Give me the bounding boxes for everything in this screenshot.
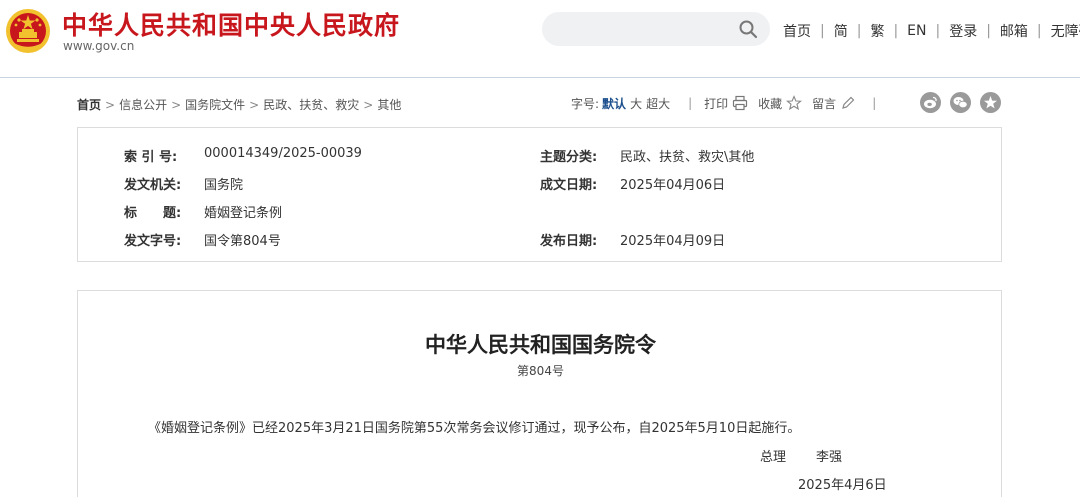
- document-body: 《婚姻登记条例》已经2025年3月21日国务院第55次常务会议修订通过，现予公布…: [148, 421, 801, 436]
- nav-traditional[interactable]: 繁: [870, 21, 884, 41]
- written-date-label: 成文日期:: [540, 178, 598, 193]
- nav-login[interactable]: 登录: [949, 21, 977, 41]
- font-size-xlarge[interactable]: 超大: [646, 95, 670, 112]
- wechat-icon[interactable]: [950, 92, 971, 113]
- nav-separator: |: [986, 23, 991, 39]
- index-number-value: 000014349/2025-00039: [204, 146, 362, 161]
- sign-date: 2025年4月6日: [798, 478, 887, 493]
- nav-separator: |: [935, 23, 941, 39]
- star-outline-icon[interactable]: [786, 95, 803, 111]
- issuer-value: 国务院: [204, 178, 244, 193]
- favorite-star-icon[interactable]: [980, 92, 1001, 113]
- breadcrumb-separator: >: [171, 97, 182, 112]
- title-label: 标 题:: [124, 206, 182, 221]
- breadcrumb-other[interactable]: 其他: [377, 96, 401, 113]
- font-size-label: 字号:: [571, 96, 600, 111]
- search-input[interactable]: [542, 12, 770, 46]
- nav-separator: |: [1036, 23, 1042, 39]
- site-domain: www.gov.cn: [63, 39, 135, 53]
- nav-separator: |: [893, 23, 899, 39]
- tools-separator: |: [872, 96, 877, 110]
- weibo-icon[interactable]: [920, 92, 941, 113]
- nav-home[interactable]: 首页: [783, 21, 811, 41]
- font-size-default[interactable]: 默认: [602, 95, 626, 112]
- doc-number-value: 国令第804号: [204, 234, 281, 249]
- nav-mail[interactable]: 邮箱: [1000, 21, 1028, 41]
- written-date-value: 2025年04月06日: [620, 178, 726, 193]
- signer-name: 李强: [816, 450, 843, 465]
- site-title[interactable]: 中华人民共和国中央人民政府: [62, 6, 400, 42]
- nav-separator: |: [820, 23, 825, 39]
- breadcrumb-separator: >: [363, 97, 374, 112]
- signer-title: 总理: [760, 450, 787, 465]
- font-size-large[interactable]: 大: [630, 95, 642, 112]
- doc-number-label: 发文字号:: [124, 234, 182, 249]
- topic-value: 民政、扶贫、救灾\其他: [620, 150, 755, 165]
- printer-icon[interactable]: [732, 95, 748, 111]
- breadcrumb-home[interactable]: 首页: [77, 96, 101, 113]
- index-number-label: 索 引 号:: [124, 150, 178, 165]
- publish-date-label: 发布日期:: [540, 234, 598, 249]
- breadcrumb: 首页 > 信息公开 > 国务院文件 > 民政、扶贫、救灾 > 其他: [77, 96, 401, 113]
- document-content: 中华人民共和国国务院令 第804号 《婚姻登记条例》已经2025年3月21日国务…: [77, 290, 1002, 497]
- issuer-label: 发文机关:: [124, 178, 182, 193]
- favorite-button[interactable]: 收藏: [758, 95, 782, 112]
- document-meta-table: 索 引 号: 000014349/2025-00039 主题分类: 民政、扶贫、…: [77, 127, 1002, 262]
- nav-accessibility[interactable]: 无障碍: [1051, 21, 1080, 41]
- topic-label: 主题分类:: [540, 150, 598, 165]
- site-header: 中华人民共和国中央人民政府 www.gov.cn 首页 | 简 | 繁 | EN…: [0, 0, 1080, 78]
- document-number: 第804号: [517, 364, 564, 378]
- article-tools: 字号: 默认 大 超大 | 打印 收藏 留言 |: [571, 94, 888, 112]
- tools-separator: |: [688, 96, 693, 110]
- comment-button[interactable]: 留言: [812, 95, 836, 112]
- publish-date-value: 2025年04月09日: [620, 234, 726, 249]
- search-icon[interactable]: [738, 19, 758, 39]
- breadcrumb-civil-affairs[interactable]: 民政、扶贫、救灾: [263, 96, 359, 113]
- title-value: 婚姻登记条例: [204, 206, 283, 221]
- breadcrumb-separator: >: [249, 97, 260, 112]
- document-title: 中华人民共和国国务院令: [425, 333, 656, 357]
- breadcrumb-info-public[interactable]: 信息公开: [119, 96, 167, 113]
- print-button[interactable]: 打印: [704, 95, 728, 112]
- nav-simplified[interactable]: 简: [834, 21, 848, 41]
- nav-separator: |: [856, 23, 862, 39]
- pencil-icon[interactable]: [840, 95, 856, 111]
- national-emblem-icon[interactable]: [5, 8, 51, 54]
- breadcrumb-state-council-docs[interactable]: 国务院文件: [185, 96, 245, 113]
- nav-english[interactable]: EN: [907, 23, 926, 39]
- breadcrumb-separator: >: [105, 97, 116, 112]
- top-nav: 首页 | 简 | 繁 | EN | 登录 | 邮箱 | 无障碍: [783, 21, 1080, 41]
